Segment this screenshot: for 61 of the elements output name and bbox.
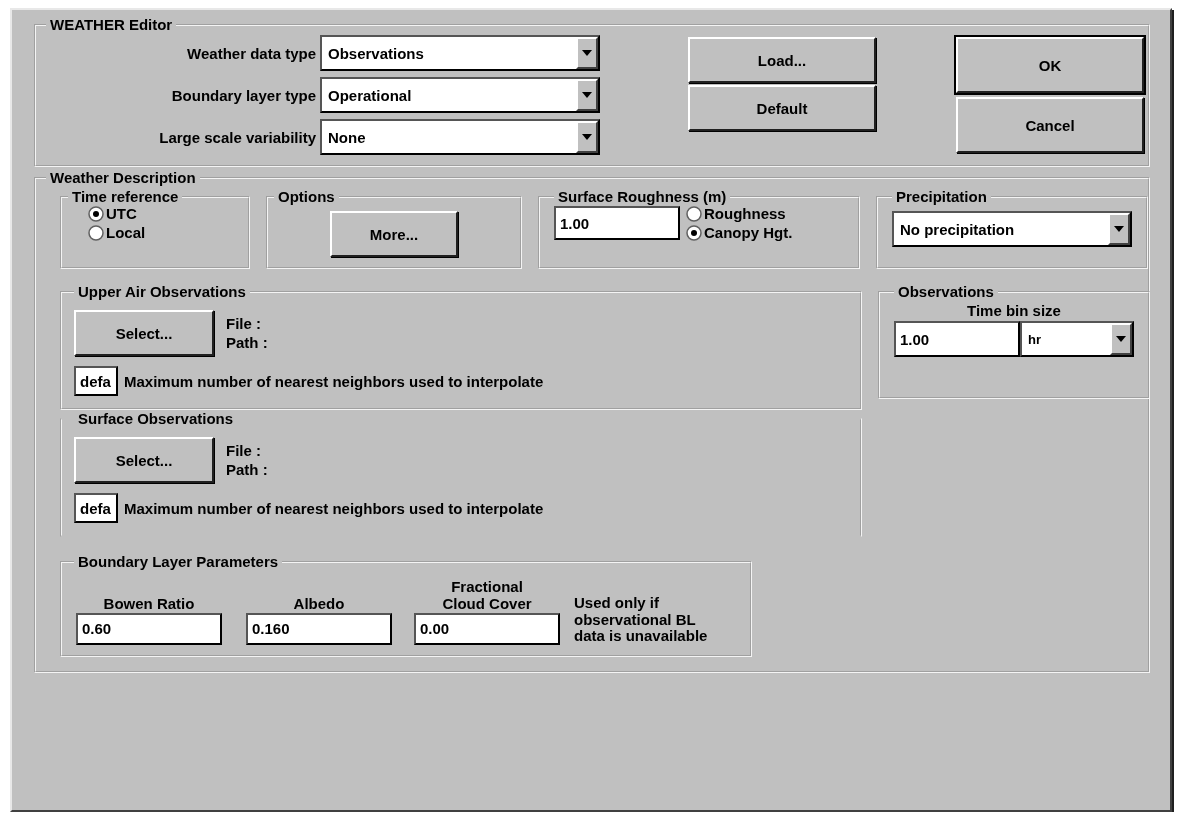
parameter-field[interactable]: 0.60 — [76, 612, 222, 645]
path-label: Path : — [226, 461, 268, 478]
dropdown[interactable]: Operational — [320, 77, 600, 113]
dropdown[interactable]: No precipitation — [892, 211, 1132, 247]
dropdown[interactable]: hr — [1020, 321, 1134, 357]
group-title: Weather Description — [49, 169, 197, 186]
parameter-field[interactable]: 0.160 — [246, 612, 392, 645]
group-title: Upper Air Observations — [77, 283, 247, 300]
group-title: Surface Roughness (m) — [557, 188, 728, 205]
note-text: Used only if observational BL data is unavailable — [574, 595, 709, 645]
dropdown-arrow-button[interactable] — [576, 37, 598, 69]
dropdown-arrow-button[interactable] — [576, 121, 598, 153]
parameter-label: Bowen Ratio — [102, 595, 196, 613]
neighbors-field[interactable]: defa — [74, 366, 118, 396]
group-title: Boundary Layer Parameters — [77, 553, 280, 570]
radio-label: Local — [106, 224, 146, 241]
group-title: Options — [277, 188, 336, 205]
caret-icon — [1116, 336, 1126, 342]
ok-button[interactable]: OK — [956, 37, 1144, 93]
select-button[interactable]: Select... — [74, 437, 214, 483]
setting-label: Boundary layer type — [170, 86, 316, 104]
file-label: File : — [226, 315, 262, 332]
load-button[interactable]: Load... — [688, 37, 876, 83]
neighbors-field[interactable]: defa — [74, 493, 118, 523]
path-label: Path : — [226, 334, 268, 351]
parameter-field[interactable]: 0.00 — [414, 612, 560, 645]
radio-label: UTC — [106, 205, 137, 222]
neighbors-label: Maximum number of nearest neighbors used to interpolate — [124, 372, 544, 390]
file-label: File : — [226, 442, 262, 459]
setting-label: Weather data type — [186, 44, 316, 62]
dropdown[interactable]: Observations — [320, 35, 600, 71]
radio-button[interactable] — [686, 224, 702, 241]
dropdown-arrow-button[interactable] — [1108, 213, 1130, 245]
time-bin-label: Time bin size — [967, 302, 1061, 319]
caret-icon — [1114, 226, 1124, 232]
group-title: Precipitation — [895, 188, 988, 205]
dropdown[interactable]: None — [320, 119, 600, 155]
more-button[interactable]: More... — [330, 211, 458, 257]
parameter-label: Fractional Cloud Cover — [441, 578, 533, 613]
default-button[interactable]: Default — [688, 85, 876, 131]
radio-button[interactable] — [686, 205, 702, 222]
dropdown-arrow-button[interactable] — [1110, 323, 1132, 355]
roughness-field[interactable]: 1.00 — [554, 206, 680, 240]
caret-icon — [582, 134, 592, 140]
parameter-label: Albedo — [292, 595, 346, 613]
caret-icon — [582, 50, 592, 56]
radio-button[interactable] — [88, 224, 104, 241]
neighbors-label: Maximum number of nearest neighbors used to interpolate — [124, 499, 544, 517]
cancel-button[interactable]: Cancel — [956, 97, 1144, 153]
radio-label: Canopy Hgt. — [704, 224, 793, 241]
setting-label: Large scale variability — [158, 128, 316, 146]
group-title: Surface Observations — [77, 410, 235, 427]
dropdown-arrow-button[interactable] — [576, 79, 598, 111]
caret-icon — [582, 92, 592, 98]
radio-button[interactable] — [88, 205, 104, 222]
group-title: Time reference — [71, 188, 180, 205]
radio-label: Roughness — [704, 205, 786, 222]
select-button[interactable]: Select... — [74, 310, 214, 356]
time-bin-field[interactable]: 1.00 — [894, 321, 1020, 357]
group-title: WEATHER Editor — [49, 16, 174, 33]
group-title: Observations — [897, 283, 995, 300]
